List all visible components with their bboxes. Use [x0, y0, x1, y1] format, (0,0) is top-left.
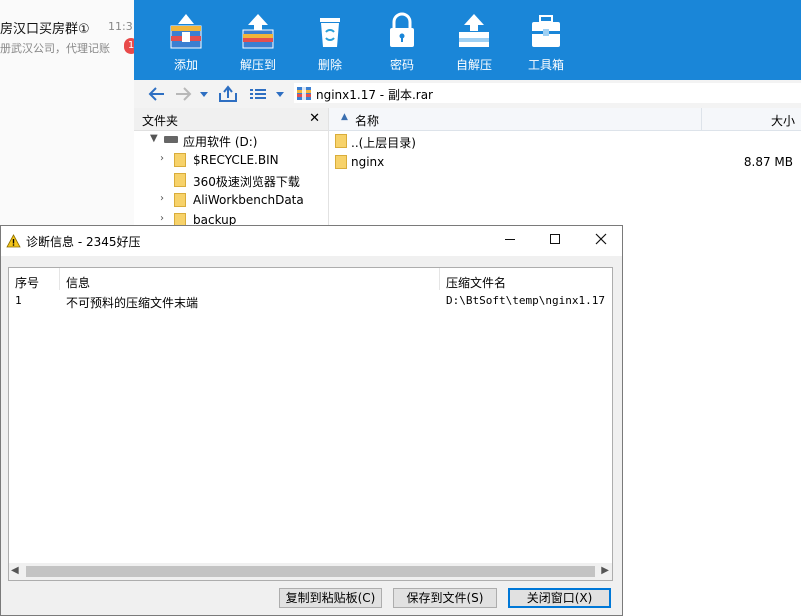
- minimize-icon: [505, 239, 515, 240]
- column-info-label: 信息: [66, 276, 91, 290]
- close-icon[interactable]: ✕: [309, 111, 320, 126]
- chat-list-panel: 房汉口买房群① 11:3 册武汉公司，代理记账 1: [0, 0, 138, 228]
- drive-label: 应用软件 (D:): [183, 135, 258, 149]
- toolbox-icon: [532, 15, 560, 47]
- file-size: 8.87 MB: [743, 155, 793, 169]
- file-name: nginx: [351, 155, 385, 169]
- toolbar: 添加 解压到 删除 密码 自解压 工具箱: [134, 0, 801, 80]
- close-icon: [595, 233, 607, 245]
- column-archive[interactable]: 压缩文件名: [440, 268, 612, 290]
- maximize-icon: [550, 234, 560, 244]
- diagnostic-row[interactable]: 1 不可预料的压缩文件末端 D:\BtSoft\temp\nginx1.17 -…: [9, 292, 612, 310]
- tree-item-drive[interactable]: ▼ 应用软件 (D:): [134, 130, 328, 150]
- view-list-icon[interactable]: [248, 84, 268, 104]
- folder-icon: [174, 153, 186, 167]
- lock-icon: [390, 12, 414, 47]
- add-archive-icon: [170, 14, 202, 49]
- address-path: nginx1.17 - 副本.rar: [316, 88, 433, 102]
- copy-to-clipboard-button[interactable]: 复制到粘贴板(C): [279, 588, 382, 608]
- file-list-panel: ▲ 名称 大小 ..(上层目录) nginx 8.87 MB: [329, 108, 801, 228]
- folder-icon: [174, 173, 186, 187]
- maximize-button[interactable]: [532, 226, 578, 256]
- warning-icon: [6, 234, 21, 248]
- tree-item-folder[interactable]: › AliWorkbenchData: [134, 190, 328, 210]
- folder-label: 360极速浏览器下载: [193, 175, 300, 189]
- column-index-label: 序号: [15, 276, 40, 290]
- tree-item-folder[interactable]: 360极速浏览器下载: [134, 170, 328, 190]
- delete-label: 删除: [317, 58, 342, 72]
- extract-to-button[interactable]: 解压到: [228, 8, 288, 74]
- column-index[interactable]: 序号: [9, 268, 60, 290]
- self-extract-icon: [459, 14, 489, 47]
- file-row-parent[interactable]: ..(上层目录): [329, 131, 801, 151]
- folder-label: AliWorkbenchData: [193, 193, 304, 207]
- folder-panel-title: 文件夹: [142, 114, 179, 128]
- close-window-button[interactable]: 关闭窗口(X): [508, 588, 611, 608]
- folder-icon: [174, 193, 186, 207]
- extract-to-icon: [242, 14, 274, 49]
- row-index: 1: [15, 294, 22, 307]
- column-archive-label: 压缩文件名: [446, 276, 507, 290]
- folder-icon: [335, 134, 347, 148]
- chat-preview: 册武汉公司，代理记账: [0, 42, 110, 55]
- row-archive: D:\BtSoft\temp\nginx1.17 - ...: [446, 294, 612, 307]
- archive-window: 添加 解压到 删除 密码 自解压 工具箱 nginx1.17 - 副本.rar …: [134, 0, 801, 228]
- row-info: 不可预料的压缩文件末端: [66, 296, 199, 310]
- scroll-right-icon[interactable]: ▶: [601, 565, 609, 576]
- password-label: 密码: [389, 58, 414, 72]
- chevron-right-icon[interactable]: ›: [160, 193, 164, 204]
- chat-group-title[interactable]: 房汉口买房群①: [0, 18, 90, 37]
- recycle-bin-icon: [320, 18, 340, 47]
- toolbox-label: 工具箱: [527, 58, 564, 72]
- add-button[interactable]: 添加: [156, 8, 216, 74]
- column-info[interactable]: 信息: [60, 268, 440, 290]
- chevron-down-icon[interactable]: ▼: [150, 133, 158, 144]
- sort-up-icon: ▲: [341, 112, 348, 122]
- back-arrow-icon[interactable]: [148, 84, 166, 104]
- column-name[interactable]: ▲ 名称: [329, 108, 702, 130]
- address-bar: nginx1.17 - 副本.rar: [134, 80, 801, 109]
- self-extract-label: 自解压: [455, 58, 492, 72]
- add-label: 添加: [173, 58, 198, 72]
- file-row[interactable]: nginx 8.87 MB: [329, 152, 801, 172]
- drive-icon: [164, 136, 178, 143]
- file-list-header: ▲ 名称 大小: [329, 108, 801, 131]
- chat-time: 11:3: [108, 20, 133, 33]
- forward-arrow-icon[interactable]: [174, 84, 192, 104]
- diagnostic-list-header: 序号 信息 压缩文件名: [9, 268, 612, 290]
- folder-panel-header: 文件夹 ✕: [134, 108, 328, 131]
- extract-to-label: 解压到: [239, 58, 276, 72]
- folder-label: $RECYCLE.BIN: [193, 153, 279, 167]
- column-name-label: 名称: [355, 114, 380, 128]
- horizontal-scrollbar[interactable]: ◀ ▶: [9, 563, 612, 580]
- column-size[interactable]: 大小: [701, 108, 801, 130]
- file-name: ..(上层目录): [351, 136, 416, 150]
- folder-tree-panel: 文件夹 ✕ ▼ 应用软件 (D:) › $RECYCLE.BIN 360极速浏览…: [134, 108, 329, 228]
- diagnostic-dialog: 诊断信息 - 2345好压 序号 信息 压缩文件名 1 不可预料的压缩文件末端 …: [0, 225, 623, 616]
- scroll-left-icon[interactable]: ◀: [11, 565, 19, 576]
- address-field[interactable]: nginx1.17 - 副本.rar: [294, 83, 801, 103]
- view-dropdown-icon[interactable]: [274, 84, 286, 104]
- dialog-title: 诊断信息 - 2345好压: [26, 235, 141, 249]
- close-button[interactable]: [578, 226, 624, 256]
- diagnostic-list[interactable]: 序号 信息 压缩文件名 1 不可预料的压缩文件末端 D:\BtSoft\temp…: [8, 267, 613, 581]
- dialog-titlebar[interactable]: 诊断信息 - 2345好压: [1, 226, 622, 256]
- minimize-button[interactable]: [487, 226, 533, 256]
- password-button[interactable]: 密码: [372, 8, 432, 74]
- folder-icon: [335, 155, 347, 169]
- rar-archive-icon: [297, 87, 311, 100]
- toolbox-button[interactable]: 工具箱: [516, 8, 576, 74]
- history-dropdown-icon[interactable]: [198, 84, 210, 104]
- self-extract-button[interactable]: 自解压: [444, 8, 504, 74]
- up-folder-icon[interactable]: [218, 84, 238, 104]
- column-size-label: 大小: [770, 114, 795, 128]
- chevron-right-icon[interactable]: ›: [160, 213, 164, 224]
- tree-item-folder[interactable]: › $RECYCLE.BIN: [134, 150, 328, 170]
- scroll-thumb[interactable]: [26, 566, 595, 577]
- delete-button[interactable]: 删除: [300, 8, 360, 74]
- chevron-right-icon[interactable]: ›: [160, 153, 164, 164]
- save-to-file-button[interactable]: 保存到文件(S): [393, 588, 497, 608]
